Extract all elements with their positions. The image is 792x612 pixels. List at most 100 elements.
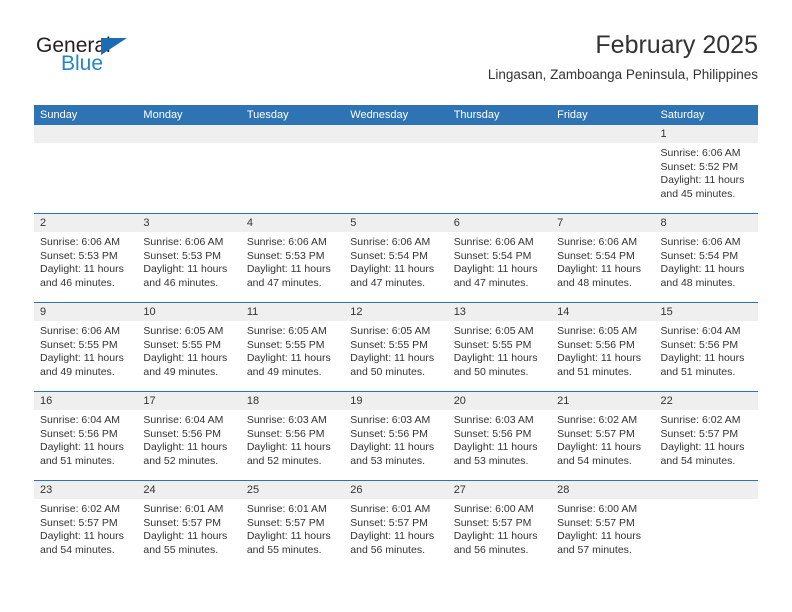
day-detail-sunrise: Sunrise: 6:00 AM xyxy=(557,503,638,515)
day-detail-sunrise: Sunrise: 6:04 AM xyxy=(660,325,741,337)
day-detail-sunset: Sunset: 5:54 PM xyxy=(557,249,635,262)
day-detail-daylight2: and 47 minutes. xyxy=(453,276,529,289)
weekday-header-friday: Friday xyxy=(551,105,655,125)
day-details: Sunrise: 6:01 AM Sunset: 5:57 PM Daylight:… xyxy=(241,499,344,557)
day-detail-daylight2: and 51 minutes. xyxy=(660,365,736,378)
day-detail-sunrise: Sunrise: 6:04 AM xyxy=(40,414,120,426)
day-details: Sunrise: 6:02 AM Sunset: 5:57 PM Daylight:… xyxy=(551,410,654,468)
calendar-day-cell[interactable]: 3 Sunrise: 6:06 AM Sunset: 5:53 PM Daylight… xyxy=(137,213,241,303)
day-detail-sunset: Sunset: 5:55 PM xyxy=(350,338,428,351)
calendar-day-cell[interactable]: 26 Sunrise: 6:01 AM Sunset: 5:57 PM Dayligh… xyxy=(344,480,448,569)
day-detail-daylight1: Daylight: 11 hours xyxy=(660,174,745,187)
calendar-table: Sunday Monday Tuesday Wednesday Thursday… xyxy=(34,105,758,569)
day-number-empty xyxy=(34,125,138,143)
day-detail-sunset: Sunset: 5:54 PM xyxy=(453,249,532,262)
day-detail-sunset: Sunset: 5:55 PM xyxy=(453,338,532,351)
calendar-day-cell[interactable]: 23 Sunrise: 6:02 AM Sunset: 5:57 PM Dayligh… xyxy=(34,480,138,569)
calendar-day-cell[interactable]: 18 Sunrise: 6:03 AM Sunset: 5:56 PM Dayligh… xyxy=(240,391,345,481)
page-subtitle: Lingasan, Zamboanga Peninsula, Philippin… xyxy=(487,67,758,82)
calendar-day-cell[interactable]: 24 Sunrise: 6:01 AM Sunset: 5:57 PM Dayligh… xyxy=(137,480,241,569)
day-details: Sunrise: 6:05 AM Sunset: 5:55 PM Daylight:… xyxy=(241,321,344,379)
day-detail-daylight2: and 49 minutes. xyxy=(246,365,322,378)
day-detail-sunset: Sunset: 5:57 PM xyxy=(143,516,222,529)
calendar-day-cell[interactable]: 2 Sunrise: 6:06 AM Sunset: 5:53 PM Daylight… xyxy=(34,213,138,303)
calendar-day-cell[interactable]: 25 Sunrise: 6:01 AM Sunset: 5:57 PM Dayligh… xyxy=(240,480,345,569)
day-details: Sunrise: 6:04 AM Sunset: 5:56 PM Daylight:… xyxy=(655,321,758,379)
day-detail-daylight2: and 46 minutes. xyxy=(40,276,115,289)
day-number: 14 xyxy=(551,303,655,321)
calendar-day-cell[interactable]: 12 Sunrise: 6:05 AM Sunset: 5:55 PM Dayligh… xyxy=(344,302,448,392)
day-detail-daylight1: Daylight: 11 hours xyxy=(453,263,538,276)
calendar-day-cell[interactable]: 20 Sunrise: 6:03 AM Sunset: 5:56 PM Dayligh… xyxy=(447,391,552,481)
day-detail-sunrise: Sunrise: 6:06 AM xyxy=(557,236,638,248)
calendar-day-cell[interactable]: 11 Sunrise: 6:05 AM Sunset: 5:55 PM Dayligh… xyxy=(240,302,345,392)
calendar-day-cell[interactable]: 1 Sunrise: 6:06 AM Sunset: 5:52 PM Daylight… xyxy=(654,125,758,214)
day-detail-sunrise: Sunrise: 6:06 AM xyxy=(40,236,120,248)
day-detail-daylight1: Daylight: 11 hours xyxy=(40,352,124,365)
day-detail-sunrise: Sunrise: 6:01 AM xyxy=(246,503,327,515)
calendar-day-cell[interactable]: 15 Sunrise: 6:04 AM Sunset: 5:56 PM Dayligh… xyxy=(654,302,758,392)
day-detail-daylight1: Daylight: 11 hours xyxy=(453,530,538,543)
calendar-day-cell[interactable]: 21 Sunrise: 6:02 AM Sunset: 5:57 PM Dayligh… xyxy=(551,391,655,481)
calendar-page: General Blue February 2025 Lingasan, Zam… xyxy=(0,0,792,612)
day-detail-daylight1: Daylight: 11 hours xyxy=(453,441,538,454)
day-detail-sunset: Sunset: 5:53 PM xyxy=(246,249,325,262)
day-detail-daylight2: and 49 minutes. xyxy=(40,365,115,378)
calendar-day-cell[interactable]: 5 Sunrise: 6:06 AM Sunset: 5:54 PM Daylight… xyxy=(344,213,448,303)
day-detail-sunrise: Sunrise: 6:01 AM xyxy=(143,503,224,515)
day-details: Sunrise: 6:01 AM Sunset: 5:57 PM Daylight:… xyxy=(137,499,240,557)
day-number: 16 xyxy=(34,392,138,410)
calendar-day-cell[interactable]: 6 Sunrise: 6:06 AM Sunset: 5:54 PM Daylight… xyxy=(447,213,552,303)
day-number: 24 xyxy=(137,481,241,499)
day-detail-sunrise: Sunrise: 6:06 AM xyxy=(350,236,431,248)
calendar-day-cell[interactable]: 10 Sunrise: 6:05 AM Sunset: 5:55 PM Dayligh… xyxy=(137,302,241,392)
day-detail-daylight1: Daylight: 11 hours xyxy=(40,263,124,276)
day-number: 27 xyxy=(447,481,552,499)
day-detail-daylight2: and 51 minutes. xyxy=(40,454,115,467)
calendar-day-cell[interactable]: 13 Sunrise: 6:05 AM Sunset: 5:55 PM Dayligh… xyxy=(447,302,552,392)
calendar-day-cell[interactable]: 27 Sunrise: 6:00 AM Sunset: 5:57 PM Dayligh… xyxy=(447,480,552,569)
day-number: 4 xyxy=(240,214,345,232)
day-detail-daylight2: and 45 minutes. xyxy=(660,187,736,200)
day-number-empty xyxy=(551,125,655,143)
day-detail-sunset: Sunset: 5:56 PM xyxy=(453,427,532,440)
day-detail-daylight1: Daylight: 11 hours xyxy=(350,352,435,365)
day-detail-sunrise: Sunrise: 6:05 AM xyxy=(246,325,327,337)
calendar-day-cell[interactable]: 19 Sunrise: 6:03 AM Sunset: 5:56 PM Dayligh… xyxy=(344,391,448,481)
day-detail-sunrise: Sunrise: 6:03 AM xyxy=(350,414,431,426)
day-detail-sunset: Sunset: 5:57 PM xyxy=(246,516,325,529)
day-detail-daylight2: and 50 minutes. xyxy=(453,365,529,378)
day-detail-sunset: Sunset: 5:56 PM xyxy=(143,427,222,440)
page-title: February 2025 xyxy=(595,31,758,59)
day-detail-daylight2: and 54 minutes. xyxy=(660,454,736,467)
calendar-day-cell[interactable]: 7 Sunrise: 6:06 AM Sunset: 5:54 PM Daylight… xyxy=(551,213,655,303)
calendar-day-cell[interactable]: 22 Sunrise: 6:02 AM Sunset: 5:57 PM Dayligh… xyxy=(654,391,758,481)
weekday-header-tuesday: Tuesday xyxy=(240,105,345,125)
calendar-day-cell[interactable]: 16 Sunrise: 6:04 AM Sunset: 5:56 PM Dayligh… xyxy=(34,391,138,481)
calendar-day-cell[interactable]: 9 Sunrise: 6:06 AM Sunset: 5:55 PM Daylight… xyxy=(34,302,138,392)
day-detail-sunrise: Sunrise: 6:06 AM xyxy=(143,236,224,248)
logo-triangle-icon xyxy=(101,38,127,55)
weekday-header-saturday: Saturday xyxy=(654,105,758,125)
calendar-day-cell[interactable]: 4 Sunrise: 6:06 AM Sunset: 5:53 PM Daylight… xyxy=(240,213,345,303)
day-details: Sunrise: 6:06 AM Sunset: 5:52 PM Daylight:… xyxy=(655,143,758,201)
day-detail-daylight2: and 47 minutes. xyxy=(350,276,425,289)
calendar-week-row: 23 Sunrise: 6:02 AM Sunset: 5:57 PM Dayligh… xyxy=(34,480,758,569)
day-number: 5 xyxy=(344,214,448,232)
day-detail-sunrise: Sunrise: 6:02 AM xyxy=(557,414,638,426)
day-detail-daylight1: Daylight: 11 hours xyxy=(453,352,538,365)
day-details: Sunrise: 6:00 AM Sunset: 5:57 PM Daylight:… xyxy=(448,499,551,557)
day-details: Sunrise: 6:00 AM Sunset: 5:57 PM Daylight:… xyxy=(551,499,654,557)
day-detail-sunset: Sunset: 5:56 PM xyxy=(350,427,428,440)
calendar-day-cell[interactable]: 14 Sunrise: 6:05 AM Sunset: 5:56 PM Dayligh… xyxy=(551,302,655,392)
day-detail-daylight1: Daylight: 11 hours xyxy=(557,441,641,454)
day-details: Sunrise: 6:06 AM Sunset: 5:53 PM Daylight:… xyxy=(34,232,137,290)
calendar-day-cell[interactable]: 8 Sunrise: 6:06 AM Sunset: 5:54 PM Daylight… xyxy=(654,213,758,303)
day-detail-daylight1: Daylight: 11 hours xyxy=(246,441,331,454)
calendar-day-cell[interactable]: 28 Sunrise: 6:00 AM Sunset: 5:57 PM Dayligh… xyxy=(551,480,655,569)
calendar-day-cell[interactable]: 17 Sunrise: 6:04 AM Sunset: 5:56 PM Dayligh… xyxy=(137,391,241,481)
day-detail-daylight1: Daylight: 11 hours xyxy=(350,441,435,454)
day-detail-sunset: Sunset: 5:54 PM xyxy=(350,249,428,262)
day-detail-sunrise: Sunrise: 6:00 AM xyxy=(453,503,534,515)
day-details: Sunrise: 6:06 AM Sunset: 5:53 PM Daylight:… xyxy=(241,232,344,290)
